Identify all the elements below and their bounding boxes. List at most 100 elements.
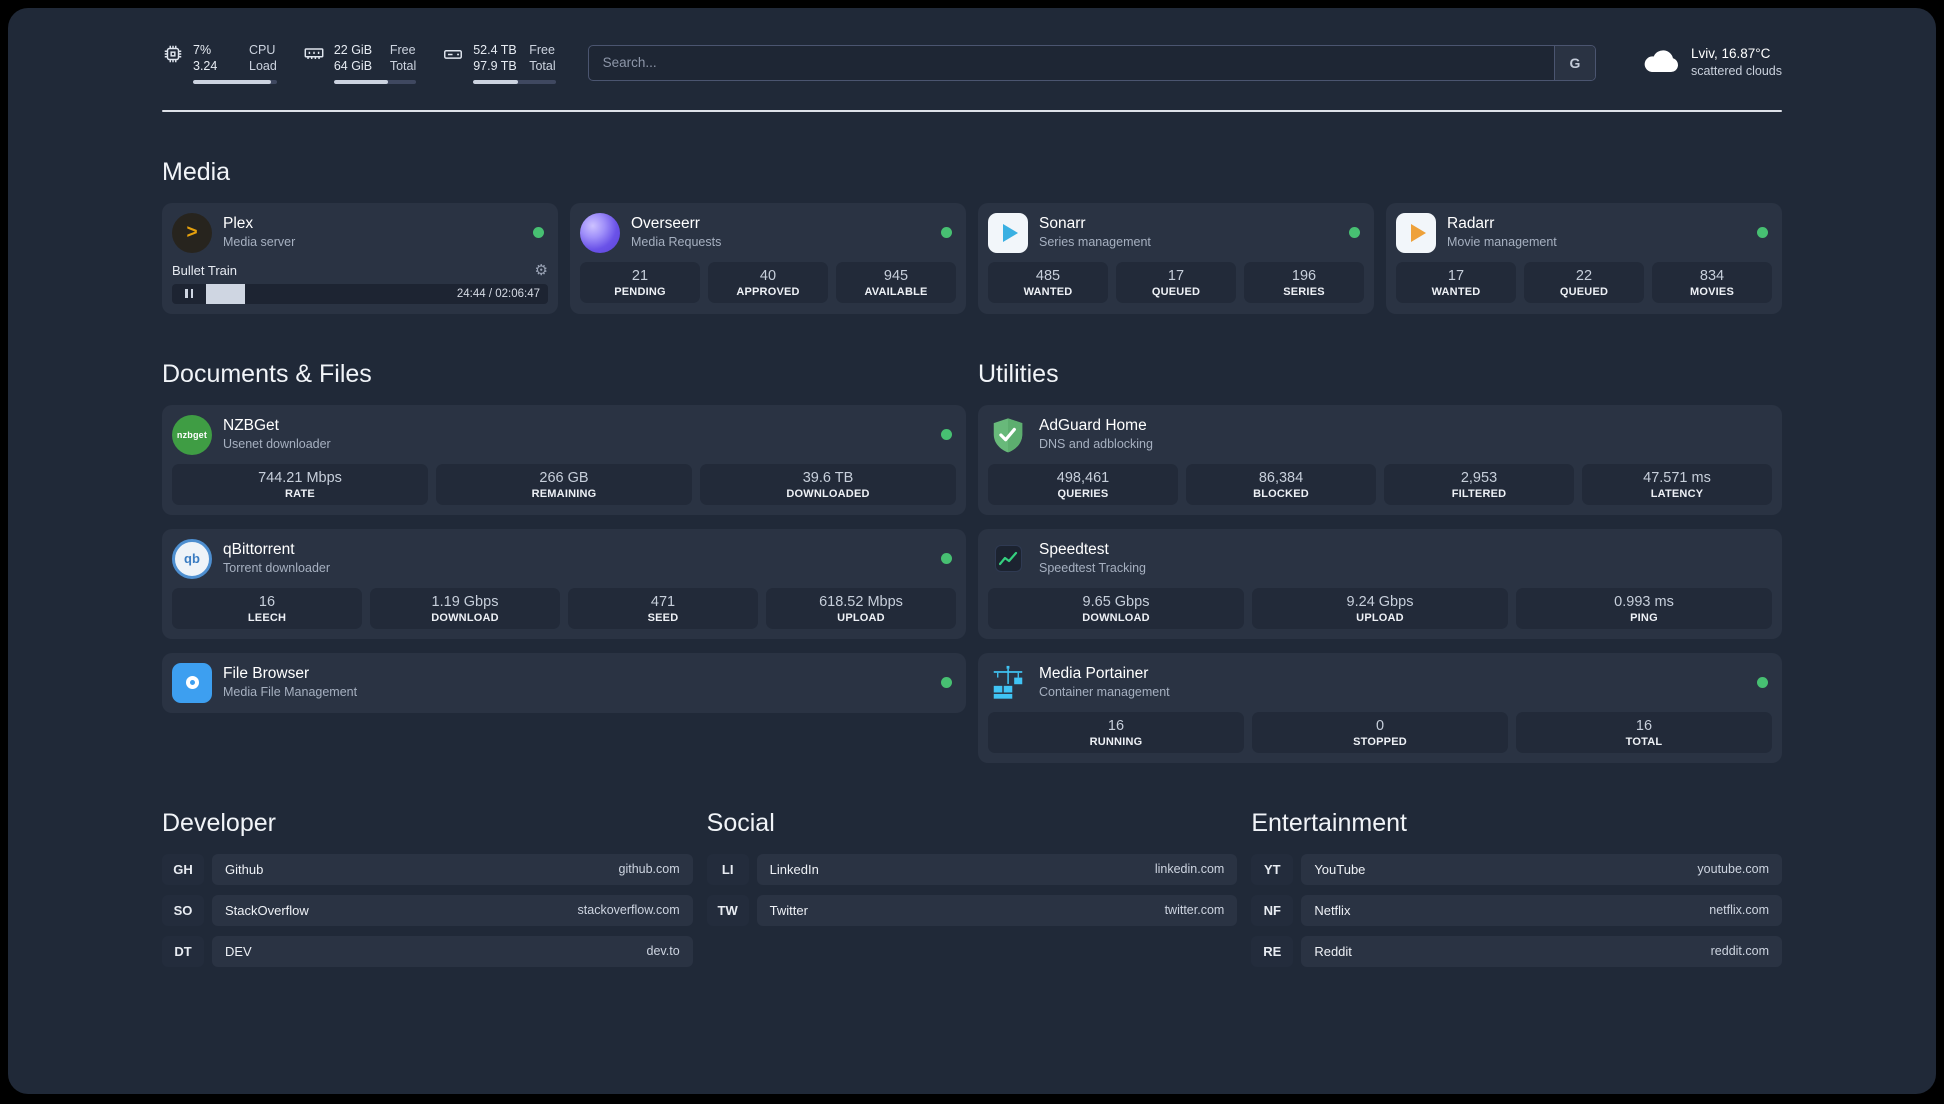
section-title-documents: Documents & Files bbox=[162, 359, 372, 388]
stat-tile: 21 PENDING bbox=[580, 261, 700, 303]
bookmark-abbr: GH bbox=[162, 853, 204, 885]
bookmark-reddit[interactable]: RE Reddit reddit.com bbox=[1251, 935, 1782, 967]
app-description: Container management bbox=[1039, 685, 1170, 700]
app-card-speedtest[interactable]: Speedtest Speedtest Tracking 9.65 Gbps DO… bbox=[978, 528, 1782, 639]
bookmark-name: Netflix bbox=[1314, 902, 1351, 918]
weather-location: Lviv, 16.87°C bbox=[1690, 46, 1771, 62]
ram-total-value: 64 GiB bbox=[333, 59, 373, 74]
bookmark-url: twitter.com bbox=[1164, 903, 1225, 917]
stat-tile: 9.65 Gbps DOWNLOAD bbox=[988, 587, 1244, 629]
stat-tile: 22 QUEUED bbox=[1524, 261, 1644, 303]
bookmark-name: Reddit bbox=[1314, 943, 1352, 959]
app-card-overseerr[interactable]: Overseerr Media Requests 21 PENDING 40 APP… bbox=[570, 202, 966, 314]
stat-tile: 0 STOPPED bbox=[1252, 711, 1508, 753]
app-card-nzbget[interactable]: nzbget NZBGet Usenet downloader 744.21 M… bbox=[162, 404, 966, 515]
bookmark-abbr: DT bbox=[162, 935, 204, 967]
pause-icon[interactable] bbox=[172, 284, 206, 304]
portainer-icon bbox=[988, 663, 1028, 703]
filebrowser-icon bbox=[172, 662, 212, 703]
cpu-stats: 7% 3.24 CPU Load bbox=[162, 42, 277, 84]
bookmark-url: linkedin.com bbox=[1154, 862, 1225, 876]
bookmark-name: Github bbox=[225, 861, 264, 877]
stat-tile: 618.52 Mbps UPLOAD bbox=[766, 587, 956, 629]
plex-icon: > bbox=[172, 212, 212, 253]
stat-tile: 16 RUNNING bbox=[988, 711, 1244, 753]
stat-tile: 40 APPROVED bbox=[708, 261, 828, 303]
bookmark-github[interactable]: GH Github github.com bbox=[162, 853, 693, 885]
topbar-divider bbox=[162, 109, 1782, 112]
search-input[interactable] bbox=[588, 45, 1554, 80]
section-title-media: Media bbox=[162, 157, 231, 186]
disk-label-bottom: Total bbox=[529, 59, 556, 74]
gear-icon[interactable]: ⚙ bbox=[535, 263, 548, 278]
app-name: qBittorrent bbox=[223, 541, 295, 559]
media-section: > Plex Media server Bullet Train ⚙ 24:44… bbox=[162, 202, 1782, 314]
bookmark-twitter[interactable]: TW Twitter twitter.com bbox=[706, 894, 1238, 926]
app-description: Torrent downloader bbox=[223, 561, 331, 576]
app-name: Overseerr bbox=[631, 215, 700, 233]
bookmark-abbr: YT bbox=[1251, 853, 1294, 885]
stat-tile: 498,461 QUERIES bbox=[988, 463, 1178, 505]
app-name: AdGuard Home bbox=[1039, 417, 1147, 435]
documents-column: Documents & Files nzbget NZBGet Usenet d… bbox=[162, 314, 966, 713]
overseerr-icon bbox=[580, 212, 620, 253]
stat-tile: 86,384 BLOCKED bbox=[1186, 463, 1376, 505]
app-description: Media File Management bbox=[223, 685, 358, 700]
weather-condition: scattered clouds bbox=[1690, 64, 1782, 79]
bookmark-url: dev.to bbox=[646, 944, 680, 958]
ram-free-value: 22 GiB bbox=[333, 43, 373, 57]
stat-tile: 945 AVAILABLE bbox=[836, 261, 956, 303]
bookmark-url: youtube.com bbox=[1697, 862, 1769, 876]
app-card-adguard[interactable]: AdGuard Home DNS and adblocking 498,461 Q… bbox=[978, 404, 1782, 515]
media-progress-bar[interactable]: 24:44 / 02:06:47 bbox=[172, 283, 548, 304]
app-card-filebrowser[interactable]: File Browser Media File Management bbox=[162, 652, 966, 713]
app-description: Series management bbox=[1039, 235, 1151, 250]
status-dot bbox=[533, 227, 544, 238]
app-card-sonarr[interactable]: Sonarr Series management 485 WANTED 17 QUE… bbox=[978, 202, 1374, 314]
cpu-usage-bar bbox=[193, 79, 277, 84]
search-engine-button[interactable]: G bbox=[1553, 45, 1595, 80]
bookmark-abbr: TW bbox=[706, 894, 749, 926]
bookmark-name: YouTube bbox=[1314, 861, 1366, 877]
stat-tile: 834 MOVIES bbox=[1652, 261, 1772, 303]
stat-tile: 0.993 ms PING bbox=[1516, 587, 1772, 629]
app-name: Media Portainer bbox=[1039, 665, 1149, 683]
app-card-plex[interactable]: > Plex Media server Bullet Train ⚙ 24:44… bbox=[162, 202, 558, 314]
playback-track[interactable] bbox=[206, 283, 449, 304]
app-name: NZBGet bbox=[223, 417, 279, 435]
now-playing-title: Bullet Train bbox=[172, 262, 238, 278]
bookmark-netflix[interactable]: NF Netflix netflix.com bbox=[1251, 894, 1782, 926]
bookmark-dev[interactable]: DT DEV dev.to bbox=[162, 935, 693, 967]
cloud-icon bbox=[1642, 47, 1680, 78]
disk-label-top: Free bbox=[529, 43, 555, 57]
stat-tile: 485 WANTED bbox=[988, 261, 1108, 303]
adguard-icon bbox=[988, 415, 1028, 455]
app-card-portainer[interactable]: Media Portainer Container management 16 R… bbox=[978, 652, 1782, 763]
stat-tile: 47.571 ms LATENCY bbox=[1582, 463, 1772, 505]
bookmark-youtube[interactable]: YT YouTube youtube.com bbox=[1251, 853, 1782, 885]
developer-bookmarks: Developer GH Github github.com SO StackOv… bbox=[162, 763, 693, 977]
bookmark-name: Twitter bbox=[769, 902, 808, 918]
app-description: Media Requests bbox=[631, 235, 722, 250]
radarr-icon bbox=[1396, 212, 1436, 253]
ram-usage-bar bbox=[333, 79, 417, 84]
section-title-social: Social bbox=[706, 808, 775, 837]
playback-time: 24:44 / 02:06:47 bbox=[456, 287, 540, 300]
app-card-radarr[interactable]: Radarr Movie management 17 WANTED 22 QUEUE… bbox=[1386, 202, 1782, 314]
bookmark-linkedin[interactable]: LI LinkedIn linkedin.com bbox=[706, 853, 1238, 885]
bookmark-stackoverflow[interactable]: SO StackOverflow stackoverflow.com bbox=[162, 894, 693, 926]
ram-stats: 22 GiB 64 GiB Free Total bbox=[303, 42, 417, 84]
utilities-column: Utilities AdGuard Home DNS and adblockin… bbox=[978, 314, 1782, 763]
entertainment-bookmarks: Entertainment YT YouTube youtube.com NF N… bbox=[1251, 763, 1782, 977]
status-dot bbox=[941, 553, 952, 564]
bookmark-abbr: RE bbox=[1251, 935, 1294, 967]
bookmark-name: LinkedIn bbox=[769, 861, 819, 877]
bookmark-url: reddit.com bbox=[1710, 944, 1769, 958]
bookmark-url: github.com bbox=[618, 862, 680, 876]
disk-usage-bar bbox=[473, 79, 556, 84]
app-card-qbittorrent[interactable]: qb qBittorrent Torrent downloader 16 LEEC… bbox=[162, 528, 966, 639]
ram-label-top: Free bbox=[389, 43, 416, 57]
bookmark-abbr: NF bbox=[1251, 894, 1294, 926]
search-bar: G bbox=[587, 44, 1596, 81]
cpu-load-value: 3.24 bbox=[193, 59, 218, 74]
